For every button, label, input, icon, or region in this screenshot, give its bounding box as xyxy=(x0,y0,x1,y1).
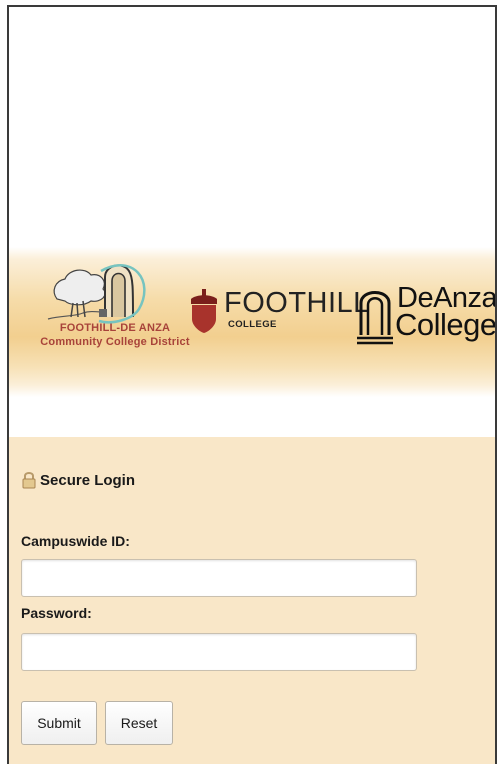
foothill-sub: COLLEGE xyxy=(228,319,277,330)
fhda-tree-arch-icon xyxy=(47,264,146,324)
campuswide-id-input[interactable] xyxy=(21,559,417,597)
secure-login-label: Secure Login xyxy=(40,471,136,489)
acorn-icon xyxy=(191,289,217,333)
district-name: FOOTHILL-DE ANZA Community College Distr… xyxy=(35,321,195,349)
secure-login-heading: Secure Login xyxy=(21,471,135,489)
login-form: Secure Login Campuswide ID: Password: Su… xyxy=(9,437,495,764)
district-name-line1: FOOTHILL-DE ANZA xyxy=(59,322,171,334)
password-input[interactable] xyxy=(21,633,417,671)
submit-button[interactable]: Submit xyxy=(21,701,97,745)
foothill-college-logo: FOOTHILL COLLEGE xyxy=(190,287,369,337)
page-frame: FOOTHILL-DE ANZA Community College Distr… xyxy=(7,5,497,764)
header-banner: FOOTHILL-DE ANZA Community College Distr… xyxy=(9,247,495,397)
fhda-district-logo: FOOTHILL-DE ANZA Community College Distr… xyxy=(35,259,205,369)
foothill-name: FOOTHILL xyxy=(224,287,370,319)
password-label: Password: xyxy=(21,605,92,621)
reset-button[interactable]: Reset xyxy=(105,701,173,745)
deanza-college-logo: DeAnza College xyxy=(355,282,497,345)
campuswide-id-label: Campuswide ID: xyxy=(21,533,130,549)
deanza-arch-icon xyxy=(357,291,393,345)
district-name-line2: Community College District xyxy=(40,336,190,348)
deanza-name-line2: College xyxy=(395,307,497,342)
lock-icon xyxy=(22,472,36,489)
